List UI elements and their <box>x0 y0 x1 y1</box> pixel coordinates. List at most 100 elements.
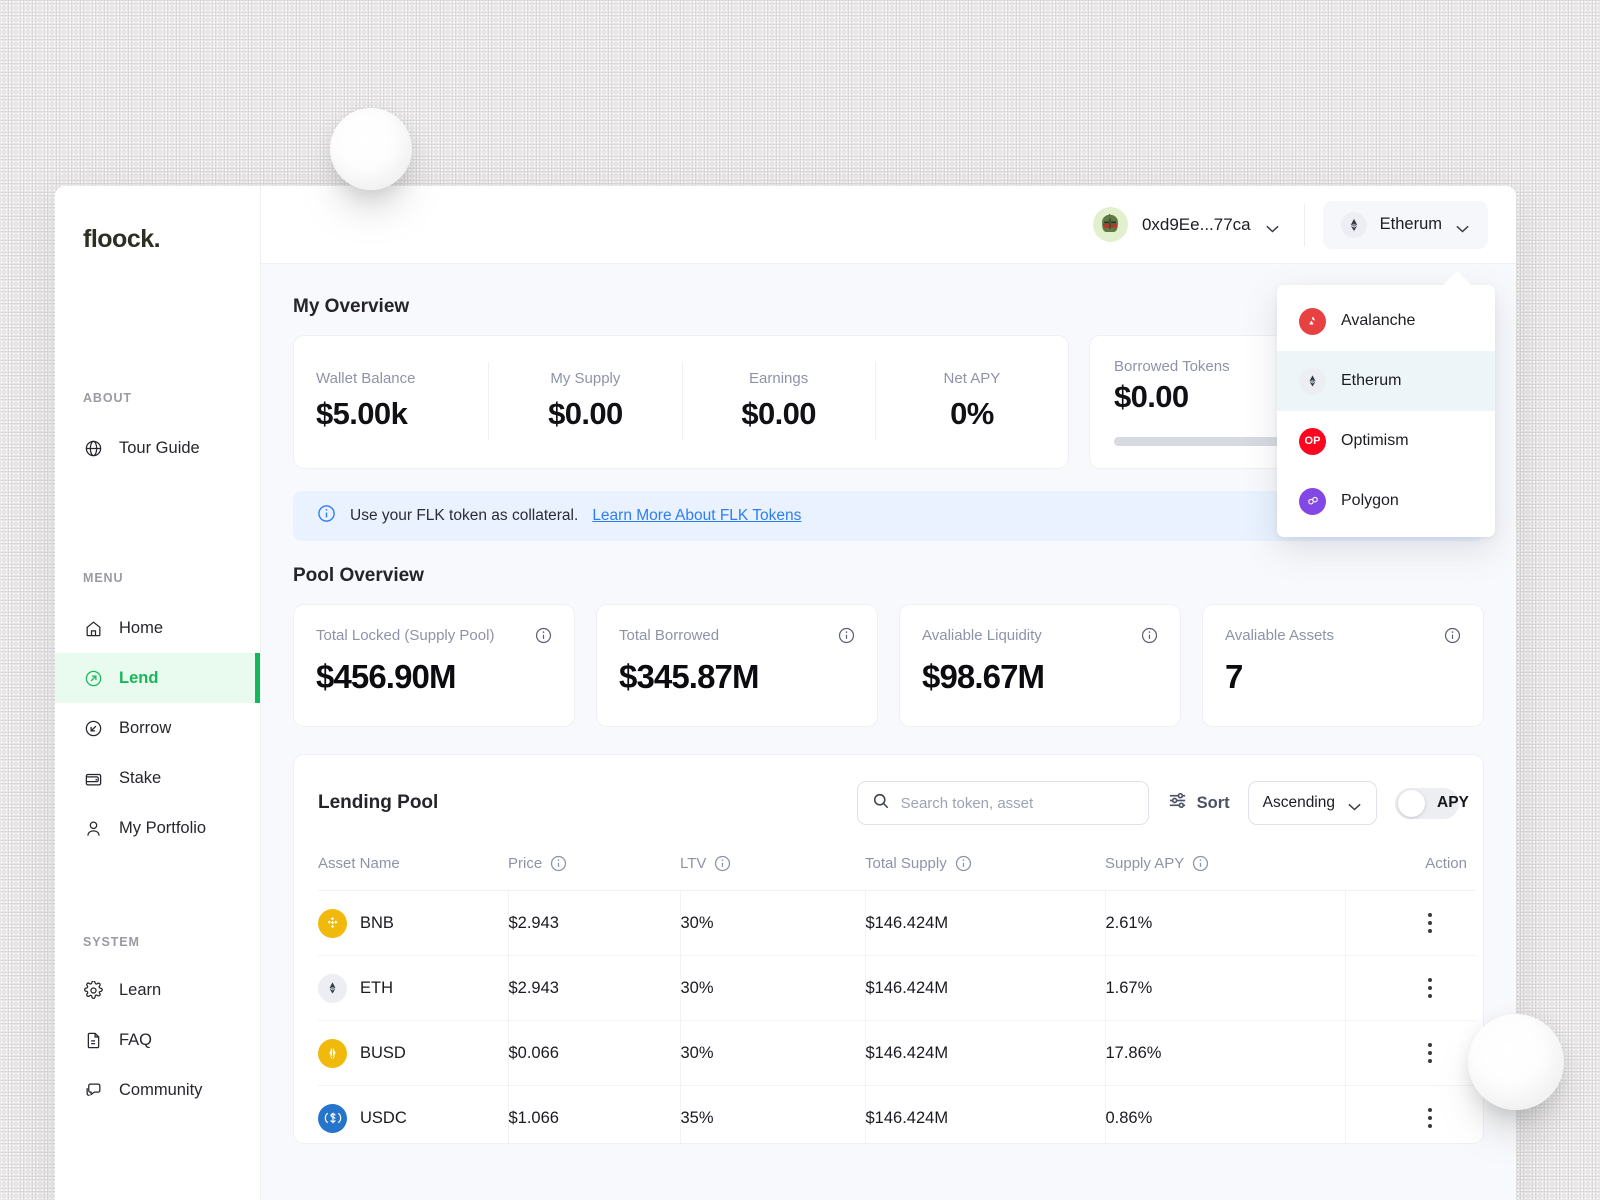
gear-icon <box>83 980 103 1000</box>
info-icon <box>317 504 336 528</box>
th-ltv: LTV <box>680 855 865 891</box>
network-option-label: Polygon <box>1341 492 1399 509</box>
info-icon[interactable] <box>714 855 731 872</box>
sidebar-section-menu: MENU <box>83 571 124 585</box>
info-icon[interactable] <box>550 855 567 872</box>
wallet-chip[interactable]: 0xd9Ee...77ca <box>1087 201 1302 248</box>
apy-toggle[interactable]: APY <box>1395 787 1469 819</box>
sidebar-item-learn[interactable]: Learn <box>55 965 260 1015</box>
th-label: LTV <box>680 855 707 872</box>
sidebar-item-lend[interactable]: Lend <box>55 653 260 703</box>
chevron-down-icon <box>1347 799 1362 811</box>
topbar: 0xd9Ee...77ca Etherum <box>261 186 1516 264</box>
pool-card-value: $456.90M <box>316 658 456 695</box>
chevron-down-icon <box>1455 220 1470 233</box>
sidebar-section-system: SYSTEM <box>83 935 140 949</box>
info-icon[interactable] <box>955 855 972 872</box>
network-option-optimism[interactable]: OP Optimism <box>1277 411 1495 471</box>
lending-pool-controls: Sort Ascending APY <box>856 781 1469 825</box>
th-label: Asset Name <box>318 855 400 872</box>
table-row[interactable]: BUSD $0.066 30% $146.424M 17.86% <box>318 1020 1475 1086</box>
sidebar-item-home[interactable]: Home <box>55 603 260 653</box>
stat-label: Wallet Balance <box>316 370 416 387</box>
cell-supply-apy: 1.67% <box>1105 955 1346 1021</box>
apy-toggle-knob <box>1398 789 1425 817</box>
lending-pool-table: Asset Name Price LTV Total Supply Supply… <box>318 855 1475 1143</box>
sort-button[interactable]: Sort <box>1167 790 1230 816</box>
cell-supply-apy: 0.86% <box>1105 1085 1346 1143</box>
cell-action <box>1345 1085 1475 1143</box>
bnb-icon <box>318 908 347 938</box>
search-input[interactable] <box>900 794 1134 812</box>
polygon-icon <box>1299 487 1326 515</box>
th-supply-apy: Supply APY <box>1105 855 1345 891</box>
network-option-label: Etherum <box>1341 372 1402 389</box>
cell-ltv: 35% <box>680 1085 866 1143</box>
cell-price: $0.066 <box>508 1020 681 1086</box>
pool-card-available-liquidity: Avaliable Liquidity $98.67M <box>899 604 1181 727</box>
sidebar-item-tour-guide[interactable]: Tour Guide <box>55 423 260 473</box>
lending-pool-panel: Lending Pool Search token, asset Sort As… <box>293 754 1484 1144</box>
row-menu-icon[interactable] <box>1420 978 1440 998</box>
wallet-icon <box>83 768 103 788</box>
network-option-etherum[interactable]: Etherum <box>1277 351 1495 411</box>
sidebar-item-label: Borrow <box>119 718 172 737</box>
lending-pool-toolbar: Lending Pool Search token, asset Sort As… <box>318 781 1469 825</box>
network-option-polygon[interactable]: Polygon <box>1277 471 1495 531</box>
sidebar-item-label: Stake <box>119 768 162 787</box>
sidebar-item-faq[interactable]: FAQ <box>55 1015 260 1065</box>
sort-order-select[interactable]: Ascending <box>1247 781 1377 825</box>
asset-name: ETH <box>360 978 393 997</box>
sidebar-item-label: Home <box>119 618 164 637</box>
chevron-down-icon <box>1265 220 1280 233</box>
th-label: Total Supply <box>865 855 947 872</box>
pool-card-label: Total Borrowed <box>619 627 720 644</box>
info-icon[interactable] <box>1192 855 1209 872</box>
row-menu-icon[interactable] <box>1420 1043 1440 1063</box>
sidebar-item-stake[interactable]: Stake <box>55 753 260 803</box>
sidebar-item-community[interactable]: Community <box>55 1065 260 1115</box>
optimism-icon: OP <box>1299 427 1326 455</box>
cell-total-supply: $146.424M <box>865 1020 1106 1086</box>
search-box[interactable] <box>856 781 1149 825</box>
table-row[interactable]: BNB $2.943 30% $146.424M 2.61% <box>318 890 1475 956</box>
sort-label: Sort <box>1196 793 1230 812</box>
table-row[interactable]: ETH $2.943 30% $146.424M 1.67% <box>318 955 1475 1021</box>
th-label: Action <box>1425 855 1467 872</box>
my-overview-card: Wallet Balance $5.00k My Supply $0.00 Ea… <box>293 335 1069 469</box>
network-option-avalanche[interactable]: Avalanche <box>1277 291 1495 351</box>
table-row[interactable]: USDC $1.066 35% $146.424M 0.86% <box>318 1085 1475 1143</box>
th-label: Price <box>508 855 543 872</box>
helmet-avatar-icon <box>1092 207 1128 242</box>
banner-link[interactable]: Learn More About FLK Tokens <box>592 507 801 525</box>
busd-icon <box>318 1038 347 1068</box>
table-body: BNB $2.943 30% $146.424M 2.61% ETH $2.94… <box>318 890 1475 1143</box>
stat-wallet-balance: Wallet Balance $5.00k <box>294 362 490 440</box>
stat-value: 0% <box>950 396 994 431</box>
pool-overview-title: Pool Overview <box>293 565 424 586</box>
info-icon[interactable] <box>1444 627 1461 644</box>
network-selector[interactable]: Etherum <box>1322 200 1488 249</box>
sidebar: floock. ABOUT Tour Guide MENU Home Lend <box>55 186 261 1200</box>
stat-earnings: Earnings $0.00 <box>683 362 876 440</box>
pool-overview-row: Total Locked (Supply Pool) $456.90M Tota… <box>293 604 1484 727</box>
row-menu-icon[interactable] <box>1420 1108 1440 1128</box>
pool-card-label: Avaliable Liquidity <box>922 627 1042 644</box>
chat-icon <box>83 1080 103 1100</box>
ethereum-icon <box>318 973 347 1003</box>
row-menu-icon[interactable] <box>1420 913 1440 933</box>
info-icon[interactable] <box>535 627 552 644</box>
sidebar-item-label: My Portfolio <box>119 818 207 837</box>
pool-card-label: Total Locked (Supply Pool) <box>316 627 495 644</box>
cell-total-supply: $146.424M <box>865 890 1106 956</box>
network-name: Etherum <box>1379 215 1442 233</box>
network-option-label: Optimism <box>1341 432 1409 449</box>
pool-card-available-assets: Avaliable Assets 7 <box>1202 604 1484 727</box>
th-action: Action <box>1345 855 1475 891</box>
info-icon[interactable] <box>838 627 855 644</box>
cell-price: $2.943 <box>508 955 681 1021</box>
app-logo: floock. <box>83 225 161 253</box>
sidebar-item-borrow[interactable]: Borrow <box>55 703 260 753</box>
info-icon[interactable] <box>1141 627 1158 644</box>
sidebar-item-my-portfolio[interactable]: My Portfolio <box>55 803 260 853</box>
